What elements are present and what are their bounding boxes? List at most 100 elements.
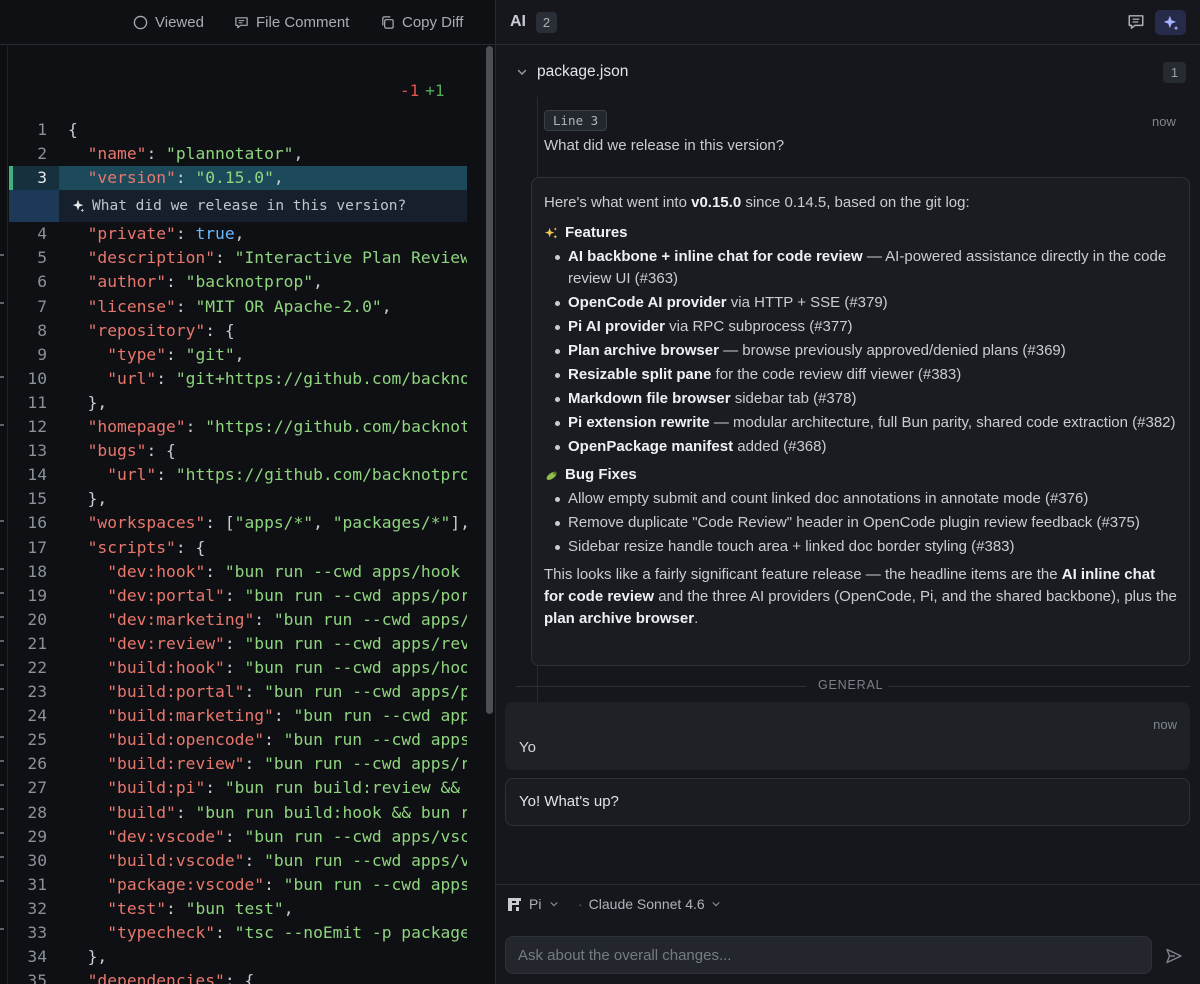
code-line[interactable]: 34 }, — [9, 945, 467, 969]
file-comment-button[interactable]: File Comment — [234, 0, 349, 45]
bugfix-heading: Bug Fixes — [544, 464, 1177, 486]
code-line[interactable]: 8 "repository": { — [9, 319, 467, 343]
send-icon[interactable] — [1165, 947, 1183, 965]
code-line[interactable]: 31 "package:vscode": "bun run --cwd apps… — [9, 873, 467, 897]
code-line[interactable]: 16 "workspaces": ["apps/*", "packages/*"… — [9, 511, 467, 535]
old-side-fragment — [0, 616, 4, 618]
code-line[interactable]: 2 "name": "plannotator", — [9, 142, 467, 166]
comments-icon[interactable] — [1127, 13, 1145, 31]
line-content: "dependencies": { — [87, 971, 255, 984]
code-line[interactable]: 14 "url": "https://github.com/backnotpro… — [9, 463, 467, 487]
ask-input[interactable] — [505, 936, 1152, 974]
line-content: "url": "https://github.com/backnotprop/ — [107, 465, 467, 485]
line-number: 22 — [27, 657, 47, 677]
code-line[interactable]: 9 "type": "git", — [9, 343, 467, 367]
code-line[interactable]: 5 "description": "Interactive Plan Revie… — [9, 246, 467, 270]
line-content: "build:hook": "bun run --cwd apps/hook — [107, 657, 467, 677]
provider-selector[interactable]: Pi — [508, 896, 559, 912]
line-number: 31 — [27, 874, 47, 894]
line-number: 33 — [27, 923, 47, 942]
model-label: Claude Sonnet 4.6 — [588, 896, 705, 912]
list-item: Plan archive browser — browse previously… — [544, 340, 1177, 362]
user-question: What did we release in this version? — [544, 137, 785, 154]
ai-panel-title: AI — [510, 13, 526, 30]
code-line[interactable]: 1{ — [9, 118, 467, 142]
code-line[interactable]: 20 "dev:marketing": "bun run --cwd apps/… — [9, 608, 467, 632]
line-number: 19 — [27, 585, 47, 605]
line-number: 21 — [27, 633, 47, 653]
copy-diff-label: Copy Diff — [402, 14, 464, 31]
line-number: 10 — [27, 368, 47, 388]
code-line-highlighted[interactable]: 3 "version": "0.15.0", — [9, 166, 467, 191]
code-line[interactable]: 33 "typecheck": "tsc --noEmit -p package… — [9, 921, 467, 945]
line-content: }, — [68, 947, 108, 967]
code-line[interactable]: 18 "dev:hook": "bun run --cwd apps/hook … — [9, 560, 467, 584]
code-line[interactable]: 25 "build:opencode": "bun run --cwd apps… — [9, 728, 467, 752]
question-timestamp: now — [1152, 114, 1176, 129]
viewed-button[interactable]: Viewed — [133, 0, 204, 45]
chevron-down-icon[interactable] — [516, 66, 528, 78]
code-view: 1{ 2 "name": "plannotator", 3 "version":… — [9, 118, 467, 984]
old-side-fragment — [0, 664, 4, 666]
provider-label: Pi — [529, 896, 542, 912]
old-side-fragment — [0, 424, 4, 426]
code-line[interactable]: 23 "build:portal": "bun run --cwd apps/p… — [9, 680, 467, 704]
list-item: Markdown file browser sidebar tab (#378) — [544, 388, 1177, 410]
list-item: Pi AI provider via RPC subprocess (#377) — [544, 316, 1177, 338]
code-line[interactable]: 17 "scripts": { — [9, 536, 467, 560]
old-side-fragment — [0, 808, 4, 810]
line-number: 29 — [27, 826, 47, 846]
line-number: 6 — [37, 272, 47, 292]
model-selector[interactable]: · Claude Sonnet 4.6 — [578, 896, 721, 912]
line-content: "build:pi": "bun run build:review && bu — [107, 778, 467, 798]
code-line[interactable]: 27 "build:pi": "bun run build:review && … — [9, 776, 467, 800]
copy-diff-button[interactable]: Copy Diff — [380, 0, 463, 45]
code-line[interactable]: 19 "dev:portal": "bun run --cwd apps/por… — [9, 584, 467, 608]
line-content: "name": "plannotator", — [87, 144, 304, 164]
line-number: 3 — [37, 168, 47, 188]
line-number: 13 — [27, 441, 47, 461]
line-reference-chip[interactable]: Line 3 — [544, 110, 608, 131]
line-number: 11 — [27, 392, 47, 412]
code-line[interactable]: 24 "build:marketing": "bun run --cwd app… — [9, 704, 467, 728]
code-line[interactable]: 21 "dev:review": "bun run --cwd apps/rev… — [9, 632, 467, 656]
list-item: Pi extension rewrite — modular architect… — [544, 412, 1177, 434]
code-line[interactable]: 26 "build:review": "bun run --cwd apps/r… — [9, 752, 467, 776]
code-line[interactable]: 15 }, — [9, 487, 467, 511]
code-line[interactable]: 13 "bugs": { — [9, 439, 467, 463]
line-content: "build:marketing": "bun run --cwd apps/ — [107, 706, 467, 726]
code-line[interactable]: 12 "homepage": "https://github.com/backn… — [9, 415, 467, 439]
line-content: "workspaces": ["apps/*", "packages/*"], — [87, 513, 467, 533]
line-number: 20 — [27, 609, 47, 629]
old-side-fragment — [0, 880, 4, 882]
line-content: "build": "bun run build:hook && bun run — [107, 802, 467, 822]
code-line[interactable]: 10 "url": "git+https://github.com/backno… — [9, 367, 467, 391]
thread-file-name[interactable]: package.json — [537, 63, 628, 81]
line-content: "dev:marketing": "bun run --cwd apps/ma — [107, 609, 467, 629]
pi-logo-icon — [508, 897, 521, 911]
code-line[interactable]: 29 "dev:vscode": "bun run --cwd apps/vsc… — [9, 825, 467, 849]
line-content: "dev:review": "bun run --cwd apps/revie — [107, 633, 467, 653]
code-line[interactable]: 32 "test": "bun test", — [9, 897, 467, 921]
line-number: 27 — [27, 778, 47, 798]
code-scrollbar-thumb[interactable] — [486, 46, 493, 714]
code-line[interactable]: 28 "build": "bun run build:hook && bun r… — [9, 801, 467, 825]
code-line[interactable]: 7 "license": "MIT OR Apache-2.0", — [9, 295, 467, 319]
code-line[interactable]: 22 "build:hook": "bun run --cwd apps/hoo… — [9, 656, 467, 680]
code-line[interactable]: 30 "build:vscode": "bun run --cwd apps/v… — [9, 849, 467, 873]
general-label: GENERAL — [818, 678, 884, 692]
line-number: 32 — [27, 898, 47, 918]
line-content: "build:opencode": "bun run --cwd apps/o — [107, 730, 467, 750]
chevron-down-icon — [550, 902, 558, 907]
ai-sparkle-button[interactable] — [1155, 10, 1186, 35]
code-line[interactable]: 35 "dependencies": { — [9, 969, 467, 984]
line-number: 9 — [37, 344, 47, 364]
line-number: 12 — [27, 417, 47, 437]
code-line[interactable]: 11 }, — [9, 391, 467, 415]
line-content: "bugs": { — [87, 441, 176, 461]
old-side-fragment — [0, 784, 4, 786]
message-timestamp: now — [1153, 717, 1177, 732]
code-line[interactable]: 4 "private": true, — [9, 222, 467, 246]
code-line[interactable]: 6 "author": "backnotprop", — [9, 270, 467, 294]
inline-annotation[interactable]: What did we release in this version? — [9, 190, 467, 223]
